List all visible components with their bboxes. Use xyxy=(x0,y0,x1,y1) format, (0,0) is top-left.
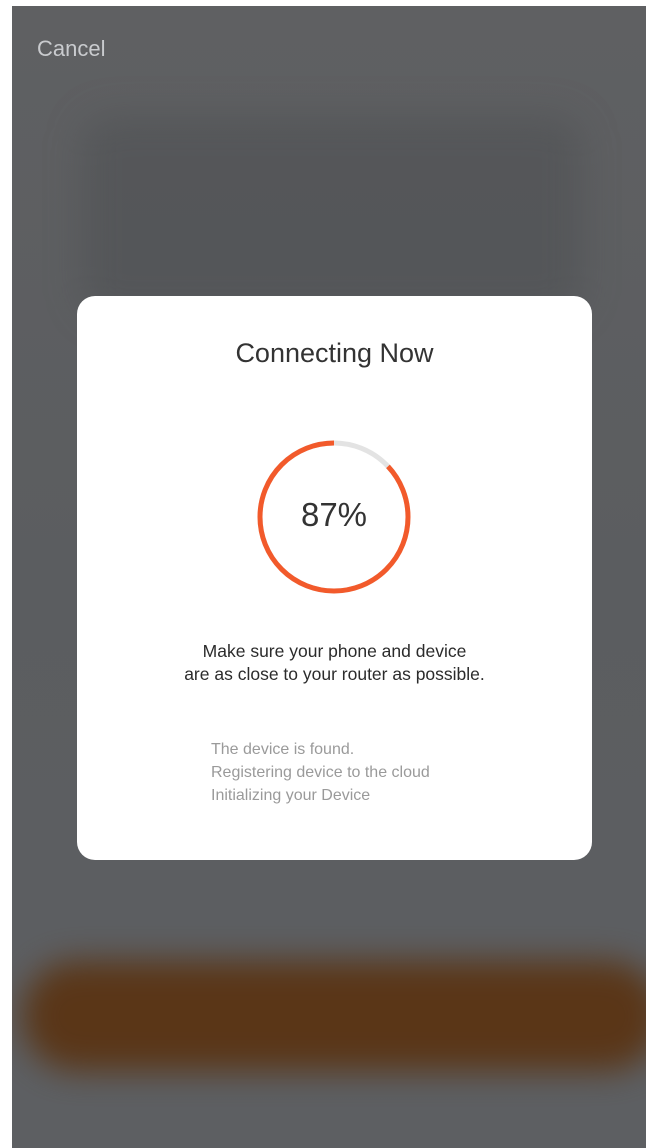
progress-ring-icon: 87% xyxy=(255,438,413,596)
instruction-text: Make sure your phone and device are as c… xyxy=(77,640,592,686)
cancel-button[interactable]: Cancel xyxy=(37,36,105,62)
status-line: Registering device to the cloud xyxy=(211,764,430,781)
connecting-dialog: Connecting Now 87% Make sure your phone … xyxy=(77,296,592,860)
status-line: Initializing your Device xyxy=(211,787,371,804)
dialog-title: Connecting Now xyxy=(235,338,434,368)
status-list: The device is found. Registering device … xyxy=(211,738,430,807)
app-screen: Cancel Connecting Now 87% Make sure your… xyxy=(12,6,646,1148)
status-line: The device is found. xyxy=(211,741,355,758)
blurred-action-button xyxy=(22,961,646,1071)
blurred-background-illustration xyxy=(82,116,582,316)
instruction-line: Make sure your phone and device xyxy=(202,641,467,661)
progress-percentage: 87% xyxy=(300,496,368,533)
instruction-line: are as close to your router as possible. xyxy=(184,664,485,684)
